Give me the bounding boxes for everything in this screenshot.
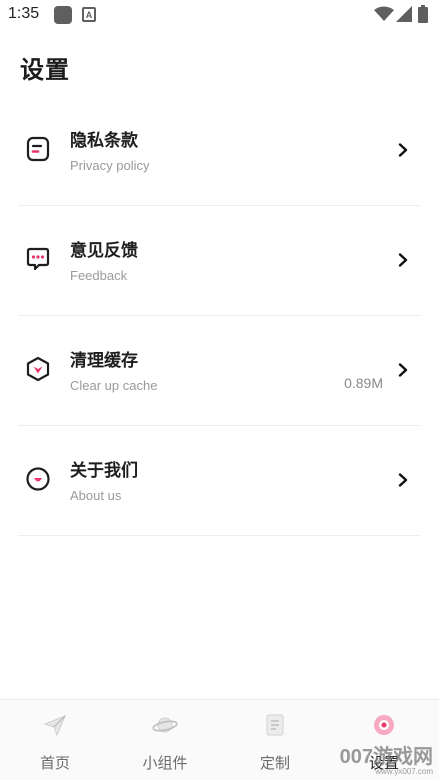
tab-home[interactable]: 首页 [0, 700, 110, 780]
a-notification-icon: A [82, 7, 96, 22]
app-square-icon [54, 6, 72, 24]
cache-size-value: 0.89M [344, 375, 383, 391]
settings-item-title: 隐私条款 [70, 131, 138, 151]
tab-widgets[interactable]: 小组件 [110, 700, 220, 780]
settings-item-privacy[interactable]: 隐私条款 Privacy policy [18, 96, 421, 206]
status-bar: 1:35 A [0, 0, 439, 30]
tab-customize[interactable]: 定制 [220, 700, 330, 780]
chevron-right-icon [398, 363, 408, 377]
settings-item-about[interactable]: 关于我们 About us [18, 426, 421, 536]
privacy-document-icon [26, 136, 50, 162]
settings-item-title: 意见反馈 [70, 241, 138, 261]
signal-icon [396, 6, 412, 22]
paper-plane-icon [43, 715, 66, 737]
tab-label: 定制 [259, 754, 290, 772]
settings-item-title: 清理缓存 [70, 351, 138, 371]
note-icon [266, 714, 284, 736]
settings-item-feedback[interactable]: 意见反馈 Feedback [18, 206, 421, 316]
watermark: 007游戏网 www.yx007.com [340, 747, 433, 776]
smile-circle-icon [26, 467, 50, 491]
settings-item-title: 关于我们 [70, 461, 138, 481]
chevron-right-icon [398, 143, 408, 157]
battery-icon [418, 5, 428, 23]
tab-label: 首页 [39, 754, 70, 772]
settings-item-clear-cache[interactable]: 清理缓存 Clear up cache 0.89M [18, 316, 421, 426]
planet-icon [152, 717, 178, 733]
status-time: 1:35 [8, 5, 40, 22]
cube-icon [26, 356, 50, 382]
settings-item-subtitle: Feedback [70, 268, 128, 283]
wifi-icon [374, 6, 394, 21]
watermark-url: www.yx007.com [375, 767, 433, 776]
chevron-right-icon [398, 253, 408, 267]
chevron-right-icon [398, 473, 408, 487]
tab-label: 小组件 [142, 754, 188, 772]
chat-bubble-icon [26, 247, 50, 271]
settings-ring-icon [374, 715, 394, 735]
settings-item-subtitle: Privacy policy [70, 158, 150, 173]
watermark-text: 007游戏网 [339, 746, 433, 768]
settings-item-subtitle: Clear up cache [70, 378, 158, 393]
settings-list: 隐私条款 Privacy policy 意见反馈 Feedback 清理缓存 C… [0, 96, 439, 536]
settings-item-subtitle: About us [70, 488, 122, 503]
page-title: 设置 [20, 56, 70, 84]
